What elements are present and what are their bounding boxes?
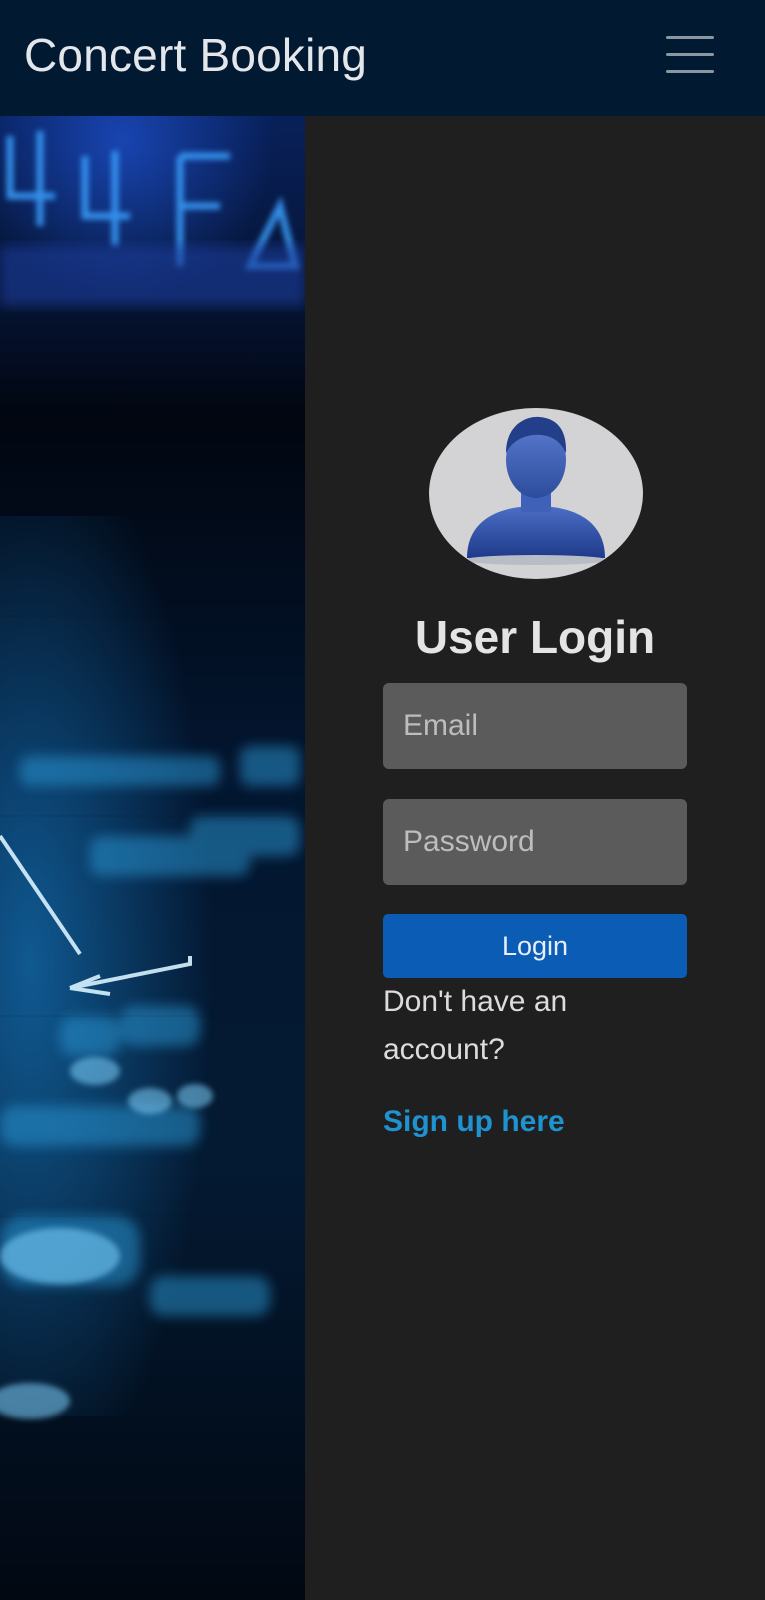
login-button[interactable]: Login: [383, 914, 687, 978]
brand-title[interactable]: Concert Booking: [24, 28, 367, 82]
no-account-text: Don't have an account?: [383, 985, 568, 1066]
hamburger-line: [666, 36, 714, 39]
email-field[interactable]: [383, 683, 687, 769]
password-field[interactable]: [383, 799, 687, 885]
hamburger-line: [666, 70, 714, 73]
top-navbar: Concert Booking: [0, 0, 765, 116]
hamburger-menu-icon[interactable]: [666, 36, 714, 76]
hamburger-line: [666, 53, 714, 56]
background-keyboard-image: [0, 116, 305, 1600]
user-avatar-icon: [429, 408, 643, 579]
login-title: User Login: [414, 611, 656, 663]
signup-link[interactable]: Sign up here: [383, 1105, 565, 1139]
